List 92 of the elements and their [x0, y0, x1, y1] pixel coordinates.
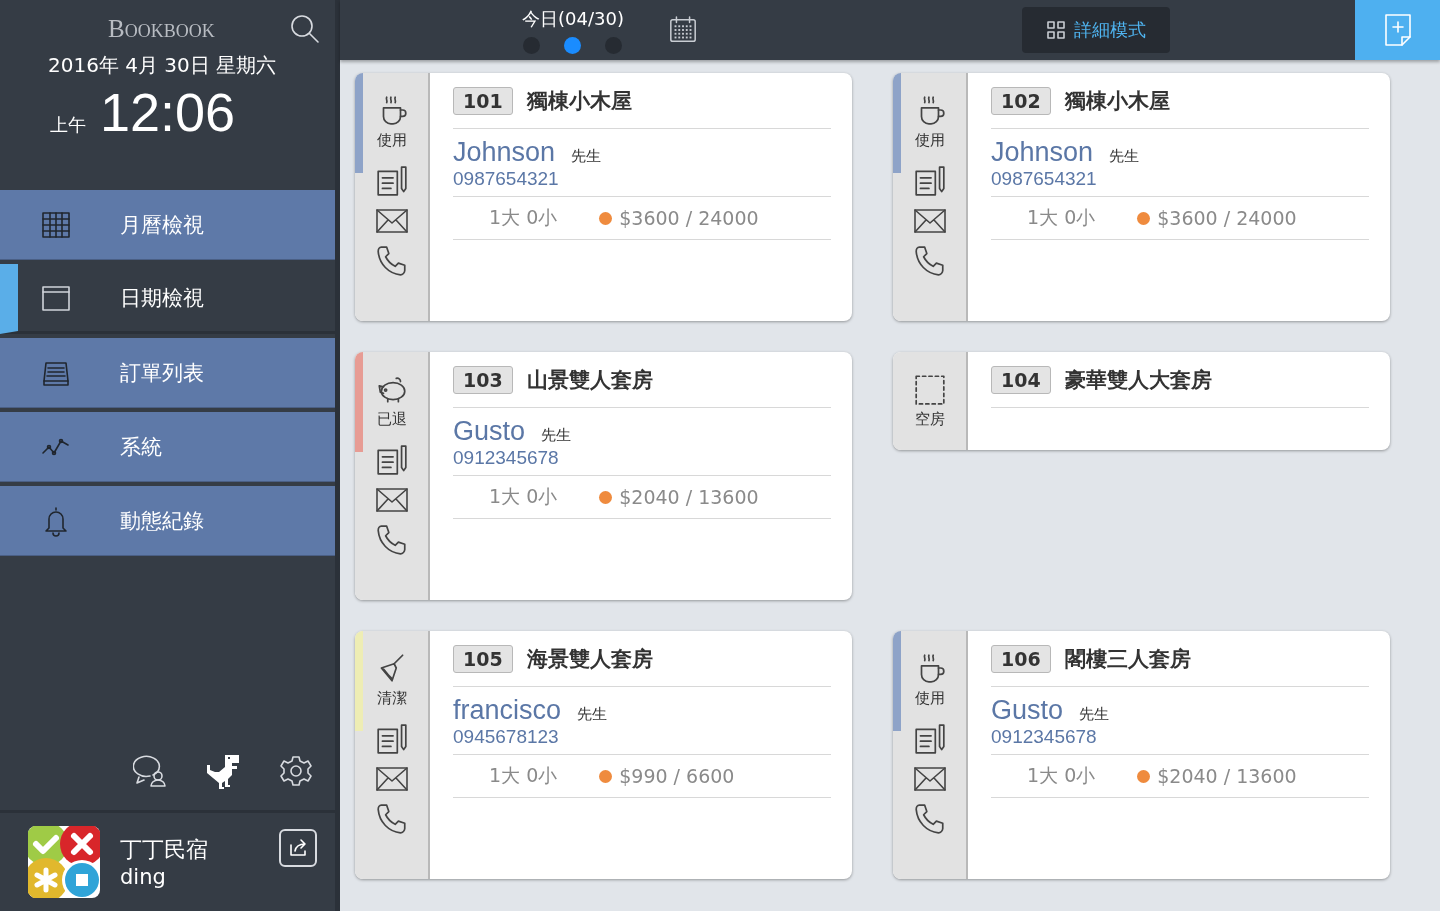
phone-icon[interactable] [912, 802, 947, 836]
note-pencil-icon[interactable] [374, 164, 409, 198]
room-name: 海景雙人套房 [526, 645, 653, 673]
calendar-icon[interactable] [667, 15, 698, 45]
room-number: 105 [453, 644, 513, 673]
payment-dot [599, 490, 613, 504]
detail-mode-button[interactable]: 詳細模式 [1021, 7, 1170, 53]
search-icon[interactable] [290, 14, 320, 44]
phone-icon[interactable] [374, 802, 409, 836]
nav-item[interactable]: 訂單列表 [0, 338, 335, 408]
note-pencil-icon[interactable] [374, 443, 409, 477]
account-user: ding [120, 865, 167, 889]
nav-item[interactable]: 系統 [0, 412, 335, 482]
price-text: $2040 / 13600 [1157, 765, 1297, 787]
guest-count: 1大 0小 [489, 205, 558, 230]
mail-icon[interactable] [912, 206, 947, 236]
guest-count: 1大 0小 [1027, 763, 1096, 788]
guest-name: Gusto [991, 695, 1064, 726]
status-button[interactable]: 使用 [912, 651, 947, 708]
status-button[interactable]: 已退 [374, 372, 409, 429]
room-name: 獨棟小木屋 [526, 87, 632, 115]
ampm-label: 上午 [50, 113, 86, 137]
payment-dot [599, 211, 613, 225]
mail-icon[interactable] [374, 485, 409, 515]
room-number: 106 [991, 644, 1051, 673]
guest-title: 先生 [541, 426, 572, 445]
phone-icon[interactable] [374, 244, 409, 278]
room-number: 103 [453, 365, 513, 394]
price-text: $3600 / 24000 [1157, 207, 1297, 229]
status-button[interactable]: 使用 [912, 93, 947, 150]
room-card[interactable]: 已退 103 山景雙人套房 Gusto 先生 0912345678 1大 0小 $2040 / 13600 [355, 352, 852, 600]
guest-name: Gusto [453, 416, 526, 447]
guest-phone: 0912345678 [453, 447, 560, 469]
nav-item[interactable]: 月曆檢視 [0, 190, 335, 260]
room-card[interactable]: 使用 102 獨棟小木屋 Johnson 先生 0987654321 1大 0小 $3600 / 24000 [893, 73, 1390, 321]
room-card[interactable]: 清潔 105 海景雙人套房 francisco 先生 0945678123 1大 0小 $990 / 6600 [355, 631, 852, 879]
room-name: 豪華雙人大套房 [1064, 366, 1212, 394]
note-pencil-icon[interactable] [912, 722, 947, 756]
today-label: 今日(04/30) [522, 6, 624, 31]
app-logo-icon [28, 826, 100, 898]
room-number: 104 [991, 365, 1051, 394]
guest-name: Johnson [991, 137, 1094, 168]
note-pencil-icon[interactable] [374, 722, 409, 756]
nav-item[interactable]: 動態紀錄 [0, 486, 335, 556]
price-text: $3600 / 24000 [619, 207, 759, 229]
status-button[interactable]: 清潔 [374, 651, 409, 708]
room-card[interactable]: 使用 101 獨棟小木屋 Johnson 先生 0987654321 1大 0小 $3600 / 24000 [355, 73, 852, 321]
room-number: 102 [991, 86, 1051, 115]
note-pencil-icon[interactable] [912, 164, 947, 198]
share-icon [287, 837, 309, 859]
guest-title: 先生 [1079, 705, 1110, 724]
grid-icon [1045, 20, 1066, 40]
guest-name: Johnson [453, 137, 556, 168]
mail-icon[interactable] [912, 764, 947, 794]
price-text: $990 / 6600 [619, 765, 735, 787]
empty-square-icon [912, 372, 947, 406]
guest-title: 先生 [577, 705, 608, 724]
guest-phone: 0945678123 [453, 726, 560, 748]
status-button[interactable]: 使用 [374, 93, 409, 150]
document-plus-icon [1383, 13, 1412, 47]
settings-icon[interactable] [279, 754, 313, 788]
payment-dot [1137, 769, 1151, 783]
guest-title: 先生 [571, 147, 602, 166]
brand-title: Bookbook [108, 15, 216, 43]
export-button[interactable] [279, 829, 317, 867]
guest-name: francisco [453, 695, 562, 726]
nav-item[interactable]: 日期檢視 [0, 264, 335, 334]
mail-icon[interactable] [374, 206, 409, 236]
chat-user-icon[interactable] [133, 754, 167, 788]
room-name: 獨棟小木屋 [1064, 87, 1170, 115]
guest-count: 1大 0小 [489, 484, 558, 509]
guest-phone: 0987654321 [453, 168, 560, 190]
mail-icon[interactable] [374, 764, 409, 794]
guest-title: 先生 [1109, 147, 1140, 166]
payment-dot [1137, 211, 1151, 225]
phone-icon[interactable] [912, 244, 947, 278]
room-name: 山景雙人套房 [526, 366, 653, 394]
page-dot[interactable] [564, 36, 582, 54]
guest-count: 1大 0小 [489, 763, 558, 788]
clock-time: 12:06 [100, 81, 236, 143]
phone-icon[interactable] [374, 523, 409, 557]
account-name: 丁丁民宿 [120, 836, 209, 864]
guest-phone: 0912345678 [991, 726, 1098, 748]
room-card[interactable]: 空房 104 豪華雙人大套房 [893, 352, 1390, 450]
guest-count: 1大 0小 [1027, 205, 1096, 230]
room-card[interactable]: 使用 106 閣樓三人套房 Gusto 先生 0912345678 1大 0小 $2040 / 13600 [893, 631, 1390, 879]
date-text: 2016年 4月 30日 星期六 [48, 52, 277, 79]
payment-dot [599, 769, 613, 783]
price-text: $2040 / 13600 [619, 486, 759, 508]
room-name: 閣樓三人套房 [1064, 645, 1191, 673]
room-number: 101 [453, 86, 513, 115]
guest-phone: 0987654321 [991, 168, 1098, 190]
